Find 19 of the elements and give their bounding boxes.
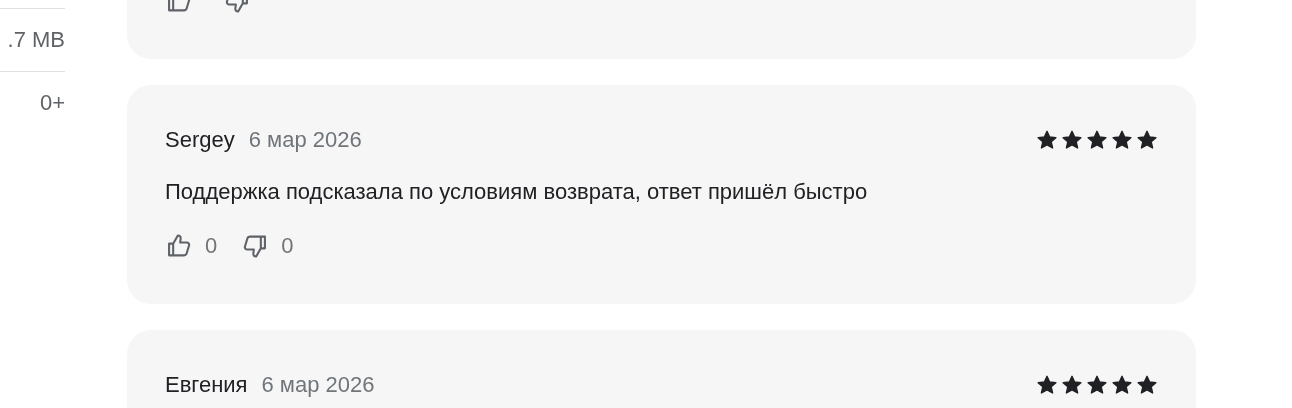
info-value: 0+	[39, 90, 65, 116]
dislike-button[interactable]: 0	[241, 231, 294, 261]
filled-star-icon	[1086, 129, 1108, 151]
review-date: 6 мар 2026	[248, 127, 362, 153]
filled-star-icon	[1111, 374, 1133, 396]
review-author: Sergey	[165, 127, 235, 153]
filled-star-icon	[1061, 129, 1083, 151]
filled-star-icon	[1061, 374, 1083, 396]
filled-star-icon	[1036, 129, 1058, 151]
like-button[interactable]: 0	[165, 231, 218, 261]
review-author: Евгения	[165, 372, 248, 398]
filled-star-icon	[1111, 129, 1133, 151]
filled-star-icon	[1136, 374, 1158, 396]
filled-star-icon	[1086, 374, 1108, 396]
filled-star-icon	[1136, 129, 1158, 151]
review-text: Поддержка подсказала по условиям возврата, ответ пришёл быстро	[165, 178, 869, 206]
review-date: 6 мар 2026	[261, 372, 375, 398]
filled-star-icon	[1036, 374, 1058, 396]
info-value: .7 MB	[7, 27, 65, 53]
